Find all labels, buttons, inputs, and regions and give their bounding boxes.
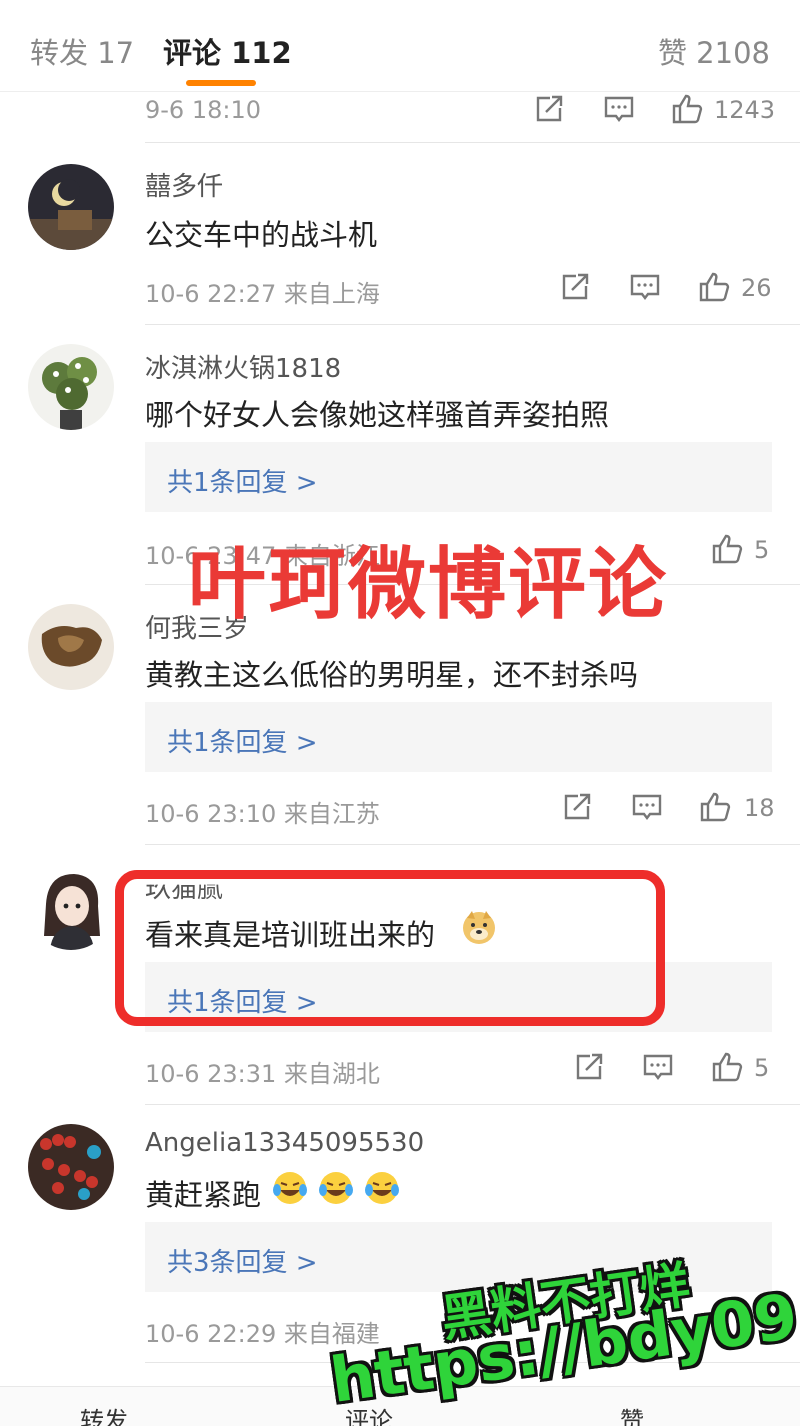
tab-bar: 转发 17 评论 112 赞 2108: [0, 0, 800, 92]
like-count: 5: [754, 1054, 770, 1082]
comment-time: 9-6 18:10: [145, 96, 261, 124]
like-count: 5: [754, 536, 770, 564]
tab-repost[interactable]: 转发 17: [30, 30, 134, 72]
like-icon[interactable]: [698, 790, 732, 824]
avatar[interactable]: [28, 344, 114, 430]
reply-link[interactable]: 共1条回复 >: [167, 462, 318, 499]
reply-box[interactable]: 共1条回复 >: [145, 702, 772, 772]
like-icon[interactable]: [670, 92, 704, 126]
comment-icon[interactable]: [602, 92, 636, 126]
avatar[interactable]: [28, 164, 114, 250]
reply-link[interactable]: 共1条回复 >: [167, 722, 318, 759]
comment-time: 10-6 23:31 来自湖北: [145, 1060, 380, 1088]
comment-username[interactable]: 囍多仟: [145, 166, 223, 203]
like-icon[interactable]: [697, 270, 731, 304]
repost-icon[interactable]: [572, 1050, 606, 1084]
comment-icon[interactable]: [628, 270, 662, 304]
comment-icon[interactable]: [630, 790, 664, 824]
overlay-title: 叶珂微博评论: [188, 540, 669, 630]
highlight-box: [115, 870, 665, 1026]
avatar[interactable]: [28, 604, 114, 690]
like-count: 26: [741, 274, 772, 302]
repost-icon[interactable]: [532, 92, 566, 126]
reply-link[interactable]: 共3条回复 >: [167, 1242, 318, 1279]
comment-text: 哪个好女人会像她这样骚首弄姿拍照: [145, 398, 610, 432]
reply-box[interactable]: 共1条回复 >: [145, 442, 772, 512]
like-icon[interactable]: [710, 532, 744, 566]
comment-username[interactable]: 冰淇淋火锅1818: [145, 348, 341, 385]
like-count: 18: [744, 794, 775, 822]
comment-text: 黄教主这么低俗的男明星，还不封杀吗: [145, 658, 639, 692]
comment-meta-row: 9-6 18:10 1243: [0, 92, 800, 132]
comment-meta-row: 10-6 23:10 来自江苏 18: [0, 790, 800, 830]
comment-time: 10-6 22:27 来自上海: [145, 280, 380, 308]
comment-meta-row: 10-6 22:27 来自上海 26: [0, 270, 800, 310]
comment-item: 囍多仟 公交车中的战斗机 10-6 22:27 来自上海 26: [0, 142, 800, 322]
avatar[interactable]: [28, 864, 114, 950]
comment-username[interactable]: Angelia13345095530: [145, 1128, 424, 1158]
comment-text: 公交车中的战斗机: [145, 218, 378, 252]
tab-comment[interactable]: 评论 112: [163, 30, 292, 72]
repost-icon[interactable]: [558, 270, 592, 304]
comment-meta-row: 10-6 23:31 来自湖北 5: [0, 1050, 800, 1090]
comment-icon[interactable]: [641, 1050, 675, 1084]
comment-text: 黄赶紧跑: [145, 1178, 262, 1212]
like-count: 1243: [714, 96, 776, 124]
bottom-like-button[interactable]: 赞: [620, 1401, 644, 1426]
active-tab-indicator: [186, 80, 256, 86]
bottom-repost-button[interactable]: 转发: [80, 1401, 128, 1426]
avatar[interactable]: [28, 1124, 114, 1210]
comment-time: 10-6 23:10 来自江苏: [145, 800, 380, 828]
like-icon[interactable]: [710, 1050, 744, 1084]
repost-icon[interactable]: [560, 790, 594, 824]
tab-like[interactable]: 赞 2108: [658, 30, 770, 72]
laugh-cry-emoji: [273, 1172, 399, 1204]
